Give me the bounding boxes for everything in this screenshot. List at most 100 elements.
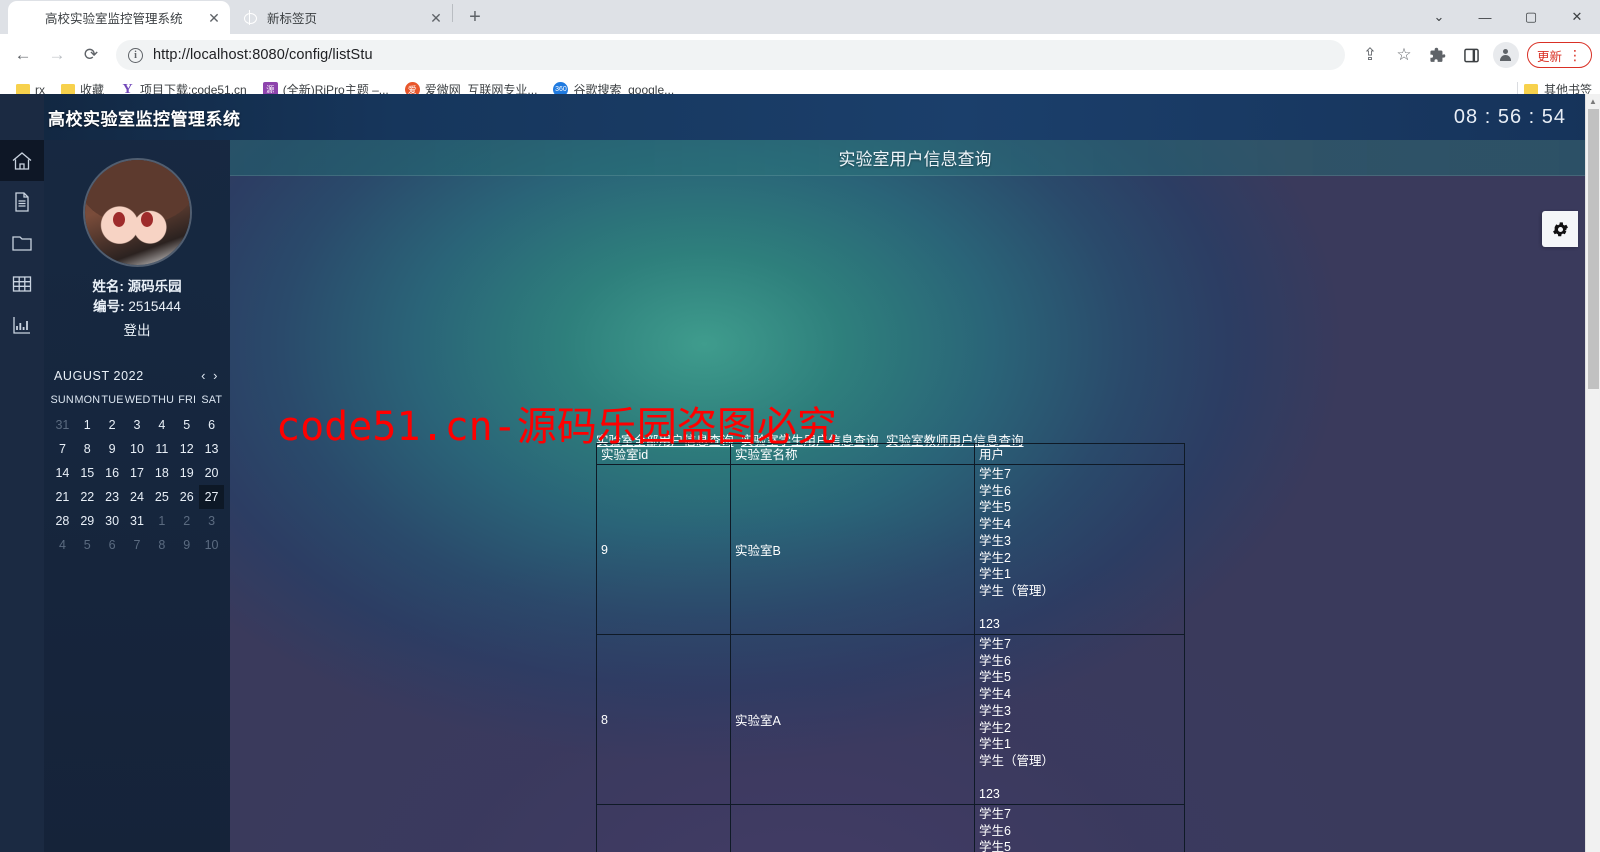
calendar-day[interactable]: 25 [149, 485, 174, 509]
close-icon[interactable]: ✕ [206, 10, 222, 26]
calendar-day[interactable]: 14 [50, 461, 75, 485]
column-header-users: 用户 [974, 443, 1185, 465]
calendar-day[interactable]: 22 [75, 485, 100, 509]
user-entry: 学生6 [979, 823, 1011, 838]
close-window-button[interactable]: ✕ [1554, 0, 1600, 34]
reload-icon[interactable]: ⟳ [76, 40, 106, 70]
calendar-day[interactable]: 26 [174, 485, 199, 509]
scroll-up-icon[interactable]: ▲ [1586, 94, 1600, 109]
user-entry: 学生1 [979, 737, 1011, 752]
calendar-day[interactable]: 20 [199, 461, 224, 485]
bookmark-star-icon[interactable]: ☆ [1389, 40, 1419, 70]
side-panel-icon[interactable] [1457, 40, 1487, 70]
table-row: 学生7学生6学生5学生4学生3 [596, 804, 1185, 852]
calendar-day[interactable]: 8 [149, 533, 174, 557]
share-icon[interactable]: ⇪ [1355, 40, 1385, 70]
leaf-icon [20, 10, 36, 26]
calendar-day[interactable]: 7 [50, 437, 75, 461]
chevron-down-icon[interactable]: ⌄ [1416, 0, 1462, 34]
table-row: 8 实验室A 学生7 学生6 学生5 学生4 学生3 学生2 学生1 学生（管理） 123 [596, 634, 1185, 806]
tab-strip: 高校实验室监控管理系统 ✕ 新标签页 ✕ + ⌄ — ▢ ✕ [0, 0, 1600, 34]
forward-icon[interactable]: → [42, 40, 72, 70]
address-bar[interactable]: i http://localhost:8080/config/listStu [116, 40, 1345, 70]
calendar-day[interactable]: 13 [199, 437, 224, 461]
extensions-icon[interactable] [1423, 40, 1453, 70]
maximize-button[interactable]: ▢ [1508, 0, 1554, 34]
calendar-day[interactable]: 31 [50, 413, 75, 437]
profile-id-row: 编号: 2515444 [44, 297, 230, 317]
calendar-day[interactable]: 27 [199, 485, 224, 509]
calendar-day[interactable]: 29 [75, 509, 100, 533]
scrollbar-thumb[interactable] [1588, 109, 1599, 389]
calendar-day[interactable]: 19 [174, 461, 199, 485]
minimize-button[interactable]: — [1462, 0, 1508, 34]
calendar-day[interactable]: 30 [100, 509, 125, 533]
calendar-day[interactable]: 6 [100, 533, 125, 557]
calendar-day[interactable]: 17 [125, 461, 150, 485]
rail-item-document[interactable] [0, 181, 44, 222]
back-icon[interactable]: ← [8, 40, 38, 70]
calendar-day[interactable]: 6 [199, 413, 224, 437]
calendar-day[interactable]: 28 [50, 509, 75, 533]
calendar-day[interactable]: 4 [149, 413, 174, 437]
info-icon[interactable]: i [128, 47, 143, 63]
calendar-day[interactable]: 1 [149, 509, 174, 533]
browser-tab-active[interactable]: 高校实验室监控管理系统 ✕ [8, 1, 230, 34]
user-entry: 123 [979, 787, 1000, 802]
calendar-day[interactable]: 9 [174, 533, 199, 557]
rail-item-table[interactable] [0, 263, 44, 304]
calendar-day[interactable]: 2 [174, 509, 199, 533]
content-area: 实验室用户信息查询 实验室全部用户信息查询 实验室学生用户信息查询 实验室教师用… [230, 140, 1600, 852]
calendar-prev-icon[interactable]: ‹ [201, 368, 206, 383]
folder-icon [12, 235, 32, 251]
calendar-day[interactable]: 24 [125, 485, 150, 509]
update-button[interactable]: 更新 ⋮ [1526, 42, 1592, 68]
page-scrollbar[interactable]: ▲ [1585, 94, 1600, 852]
calendar-widget: AUGUST 2022 ‹ › SUN MON TUE WED THU FRI … [44, 363, 230, 557]
cell-lab-id [596, 804, 731, 852]
clock-display: 08 : 56 : 54 [1453, 105, 1566, 128]
calendar-day[interactable]: 11 [149, 437, 174, 461]
browser-window: 高校实验室监控管理系统 ✕ 新标签页 ✕ + ⌄ — ▢ ✕ ← → ⟳ i h… [0, 0, 1600, 852]
menu-dots-icon[interactable]: ⋮ [1568, 48, 1582, 62]
calendar-day[interactable]: 9 [100, 437, 125, 461]
app-title: 高校实验室监控管理系统 [48, 109, 241, 129]
user-entry: 学生2 [979, 720, 1011, 735]
calendar-day[interactable]: 16 [100, 461, 125, 485]
calendar-day[interactable]: 1 [75, 413, 100, 437]
window-controls: ⌄ — ▢ ✕ [1416, 0, 1600, 34]
cell-lab-name: 实验室B [730, 463, 975, 636]
calendar-day[interactable]: 5 [75, 533, 100, 557]
calendar-day[interactable]: 3 [125, 413, 150, 437]
calendar-day[interactable]: 4 [50, 533, 75, 557]
rail-item-home[interactable] [0, 140, 44, 181]
calendar-day[interactable]: 8 [75, 437, 100, 461]
settings-gear-button[interactable] [1542, 211, 1578, 247]
calendar-day[interactable]: 15 [75, 461, 100, 485]
calendar-day[interactable]: 10 [199, 533, 224, 557]
calendar-day[interactable]: 12 [174, 437, 199, 461]
rail-item-chart[interactable] [0, 304, 44, 345]
calendar-day[interactable]: 23 [100, 485, 125, 509]
calendar-day[interactable]: 31 [125, 509, 150, 533]
new-tab-button[interactable]: + [461, 3, 489, 31]
user-entry: 学生2 [979, 550, 1011, 565]
profile-avatar-button[interactable] [1491, 40, 1521, 70]
user-entry: 学生（管理） [979, 753, 1055, 768]
rail-item-folder[interactable] [0, 222, 44, 263]
calendar-day[interactable]: 21 [50, 485, 75, 509]
calendar-day[interactable]: 5 [174, 413, 199, 437]
user-entry: 学生6 [979, 653, 1011, 668]
tab-divider [452, 4, 453, 22]
avatar [84, 160, 190, 265]
calendar-day[interactable]: 2 [100, 413, 125, 437]
browser-tab-newtab[interactable]: 新标签页 ✕ [230, 1, 452, 34]
calendar-next-icon[interactable]: › [213, 368, 218, 383]
page-title: 实验室用户信息查询 [230, 140, 1600, 176]
close-icon[interactable]: ✕ [428, 10, 444, 26]
calendar-day[interactable]: 10 [125, 437, 150, 461]
calendar-day[interactable]: 3 [199, 509, 224, 533]
calendar-day[interactable]: 18 [149, 461, 174, 485]
calendar-day[interactable]: 7 [125, 533, 150, 557]
logout-link[interactable]: 登出 [44, 319, 230, 339]
